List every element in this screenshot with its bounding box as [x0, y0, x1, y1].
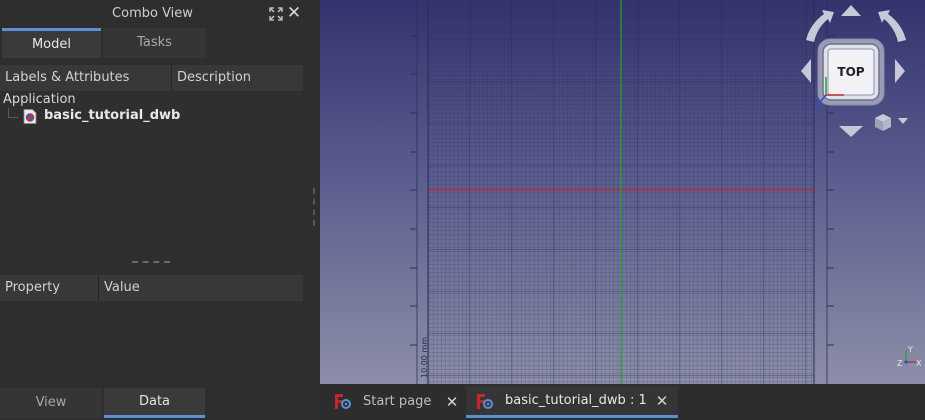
combo-bottom-tabbar: View Data	[0, 388, 305, 420]
freecad-start-icon	[335, 394, 351, 409]
tab-basic-tutorial-dwb[interactable]: basic_tutorial_dwb : 1 ✕	[466, 386, 678, 418]
tab-basic-tutorial-dwb-label: basic_tutorial_dwb : 1	[505, 393, 647, 408]
combo-top-tabbar: Model Tasks	[0, 28, 305, 58]
property-header-property[interactable]: Property	[0, 275, 99, 301]
axis-cross: Y X Z	[897, 345, 922, 368]
combo-view-title: Combo View	[112, 6, 193, 21]
tab-tasks[interactable]: Tasks	[103, 28, 206, 58]
tab-model[interactable]: Model	[2, 28, 101, 58]
arrow-up-icon[interactable]	[841, 5, 861, 16]
navigation-cube[interactable]: TOP Z	[800, 4, 912, 140]
combo-view-panel: Combo View ✕ Model Tasks Labels & Attrib…	[0, 0, 320, 420]
axis-y-label: Y	[907, 345, 913, 354]
float-panel-icon[interactable]	[269, 7, 283, 21]
close-panel-icon[interactable]: ✕	[286, 5, 302, 22]
view-menu-dropdown-icon[interactable]	[898, 118, 908, 124]
rotate-cw-icon[interactable]	[878, 10, 906, 42]
rotate-ccw-icon[interactable]	[806, 10, 834, 42]
tree-item-document-label: basic_tutorial_dwb	[44, 108, 181, 123]
arrow-right-icon[interactable]	[895, 59, 905, 83]
freecad-document-icon	[477, 394, 493, 409]
model-tree[interactable]: Labels & Attributes Description Applicat…	[0, 65, 303, 251]
document-icon	[23, 109, 37, 124]
close-basic-tutorial-dwb-icon[interactable]: ✕	[654, 386, 670, 416]
property-header-value[interactable]: Value	[99, 275, 303, 301]
tree-header-labels[interactable]: Labels & Attributes	[0, 65, 172, 91]
axis-z-label: Z	[897, 359, 903, 368]
arrow-down-icon[interactable]	[839, 126, 863, 137]
view-menu-cube-icon[interactable]	[875, 114, 891, 131]
property-view[interactable]: Property Value	[0, 275, 303, 383]
dock-resize-grip[interactable]	[313, 188, 316, 226]
arrow-left-icon[interactable]	[801, 59, 811, 83]
tree-root-application[interactable]: Application	[3, 92, 76, 107]
navcube-face-label: TOP	[837, 65, 864, 79]
axis-x-label: X	[916, 359, 922, 368]
close-start-page-icon[interactable]: ✕	[444, 386, 460, 418]
tab-start-page-label: Start page	[363, 394, 432, 409]
ruler-label: 10.00 mm	[420, 337, 429, 378]
panel-splitter-handle[interactable]	[132, 261, 170, 265]
tree-header-description[interactable]: Description	[172, 65, 303, 91]
tree-branch-line	[8, 108, 18, 118]
navcube-z-label: Z	[814, 100, 820, 109]
tab-view[interactable]: View	[0, 388, 102, 418]
document-tabbar: Start page ✕ basic_tutorial_dwb : 1 ✕	[320, 384, 925, 420]
tab-start-page[interactable]: Start page ✕	[324, 386, 464, 418]
tab-data[interactable]: Data	[104, 388, 205, 418]
